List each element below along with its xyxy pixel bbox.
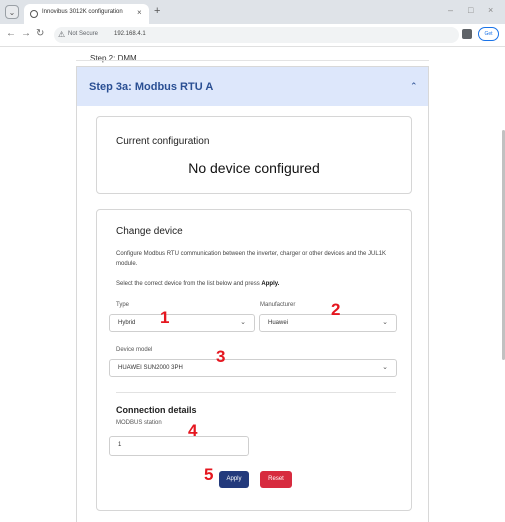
address-bar-row: ← → ↻ ⚠ Not Secure 192.168.4.1 Get bbox=[0, 24, 505, 47]
maximize-icon[interactable]: □ bbox=[468, 5, 473, 15]
chevron-down-icon: ⌄ bbox=[382, 319, 388, 326]
previous-step-title[interactable]: Step 2: DMM bbox=[90, 54, 137, 63]
current-configuration-title: Current configuration bbox=[116, 136, 210, 147]
device-model-select[interactable]: HUAWEI SUN2000 3PH ⌄ bbox=[109, 359, 397, 377]
new-tab-button[interactable]: + bbox=[154, 5, 160, 17]
window-close-icon[interactable]: × bbox=[488, 5, 493, 15]
type-label: Type bbox=[116, 302, 130, 308]
chevron-up-icon[interactable]: ⌃ bbox=[410, 81, 418, 92]
reset-button[interactable]: Reset bbox=[260, 471, 292, 488]
reload-icon[interactable]: ↻ bbox=[36, 28, 44, 39]
chevron-down-icon: ⌄ bbox=[240, 319, 246, 326]
not-secure-label: Not Secure bbox=[68, 31, 99, 37]
change-device-hint: Select the correct device from the list … bbox=[116, 281, 279, 287]
browser-tab-bar: ⌄ Innovi­bus 3012K configuration × + – □… bbox=[0, 0, 505, 24]
hint-bold: Apply. bbox=[261, 281, 280, 287]
divider bbox=[116, 392, 396, 393]
annotation-marker-1: 1 bbox=[160, 308, 170, 327]
manufacturer-select-value: Huawei bbox=[268, 320, 289, 326]
profile-button[interactable]: Get bbox=[478, 27, 499, 41]
close-icon[interactable]: × bbox=[137, 8, 142, 17]
apply-button[interactable]: Apply bbox=[219, 471, 249, 488]
type-select-value: Hybrid bbox=[118, 320, 136, 326]
change-device-title: Change device bbox=[116, 226, 183, 237]
device-model-label: Device model bbox=[116, 347, 153, 353]
accordion-title: Step 3a: Modbus RTU A bbox=[89, 81, 214, 93]
back-icon[interactable]: ← bbox=[6, 28, 16, 39]
change-device-card: Change device Configure Modbus RTU commu… bbox=[96, 209, 412, 511]
annotation-marker-4: 4 bbox=[188, 421, 198, 440]
url-text[interactable]: 192.168.4.1 bbox=[114, 31, 146, 37]
chevron-down-icon: ⌄ bbox=[382, 364, 388, 371]
modbus-station-input[interactable]: 1 bbox=[109, 436, 249, 456]
browser-tab[interactable]: Innovi­bus 3012K configuration × bbox=[24, 4, 149, 24]
device-model-select-value: HUAWEI SUN2000 3PH bbox=[118, 365, 183, 371]
warning-icon: ⚠ bbox=[58, 30, 66, 39]
modbus-station-label: MODBUS station bbox=[116, 420, 162, 426]
extensions-icon[interactable] bbox=[462, 29, 472, 39]
omnibox[interactable]: ⚠ Not Secure 192.168.4.1 bbox=[54, 27, 459, 43]
connection-details-title: Connection details bbox=[116, 405, 197, 415]
type-select[interactable]: Hybrid ⌄ bbox=[109, 314, 255, 332]
annotation-marker-2: 2 bbox=[331, 300, 341, 319]
modbus-station-value: 1 bbox=[118, 442, 122, 448]
annotation-marker-3: 3 bbox=[216, 347, 226, 366]
tab-title: Innovi­bus 3012K configuration bbox=[42, 9, 123, 15]
change-device-description: Configure Modbus RTU communication betwe… bbox=[116, 251, 387, 267]
globe-icon bbox=[30, 10, 38, 18]
manufacturer-label: Manufacturer bbox=[260, 302, 296, 308]
divider bbox=[76, 60, 429, 61]
manufacturer-select[interactable]: Huawei ⌄ bbox=[259, 314, 397, 332]
current-configuration-card: Current configuration No device configur… bbox=[96, 116, 412, 194]
annotation-marker-5: 5 bbox=[204, 465, 214, 484]
hint-text: Select the correct device from the list … bbox=[116, 281, 260, 287]
minimize-icon[interactable]: – bbox=[448, 5, 453, 15]
tab-search-button[interactable]: ⌄ bbox=[5, 5, 19, 19]
forward-icon[interactable]: → bbox=[21, 28, 31, 39]
accordion-header[interactable]: Step 3a: Modbus RTU A ⌃ bbox=[77, 67, 428, 106]
current-configuration-value: No device configured bbox=[188, 160, 320, 176]
